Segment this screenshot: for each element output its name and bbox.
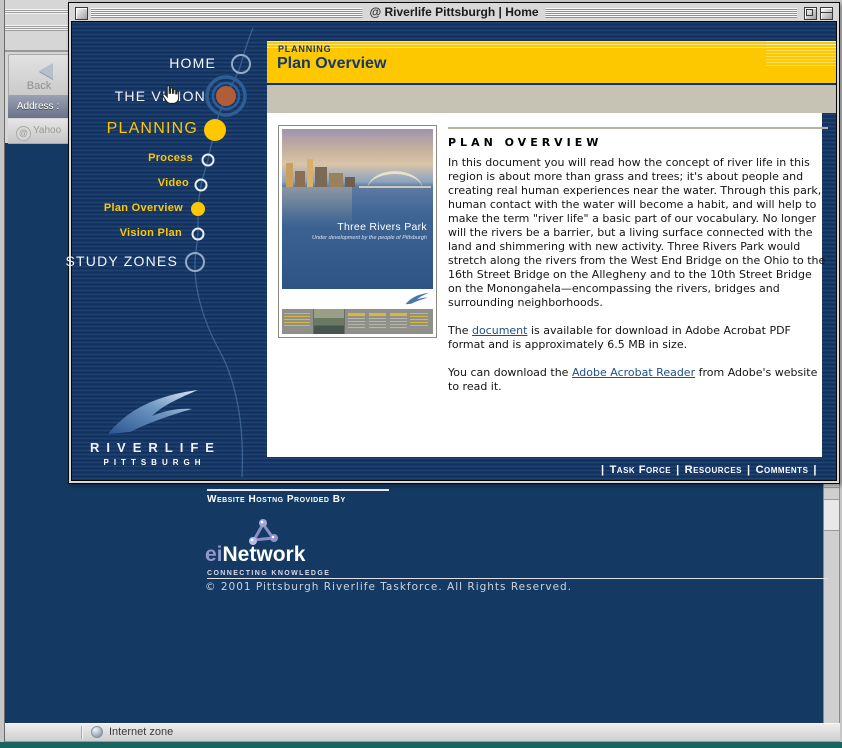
comments-link[interactable]: Comments (756, 464, 809, 476)
nav-item-video[interactable]: Video (158, 177, 189, 189)
mouse-cursor-hand-icon (160, 84, 181, 105)
footer-divider-line (207, 489, 389, 491)
article: PLAN OVERVIEW In this document you will … (448, 127, 828, 408)
riverlife-logo: RIVERLIFE PITTSBURGH (72, 388, 232, 467)
strip-thumbnail (313, 309, 345, 334)
skyline-building (345, 177, 355, 187)
window-title-text: Riverlife Pittsburgh | Home (384, 5, 538, 19)
einetwork-logo[interactable]: eiNetwork (205, 543, 305, 567)
status-divider (81, 726, 83, 739)
separator: | (747, 464, 751, 476)
window-title: @ Riverlife Pittsburgh | Home (362, 5, 545, 20)
browser-toolbar-strip: Back Address : @Yahoo (4, 0, 68, 143)
nav-dot-vision[interactable] (216, 86, 236, 106)
copyright-text: © 2001 Pittsburgh Riverlife Taskforce. A… (205, 581, 572, 593)
section-eyebrow: PLANNING (278, 44, 331, 54)
collapse-box[interactable] (820, 7, 833, 20)
bridge-deck (359, 186, 431, 188)
strip-column (348, 313, 365, 328)
subheader-band (267, 85, 836, 113)
article-paragraph-3: You can download the Adobe Acrobat Reade… (448, 366, 828, 394)
mini-swoosh-icon (404, 292, 430, 305)
article-paragraph-2: The document is available for download i… (448, 324, 828, 352)
nav-item-planning[interactable]: PLANNING (107, 120, 198, 138)
einetwork-logo-network: Network (223, 543, 306, 566)
nav-item-home[interactable]: HOME (169, 55, 216, 71)
window-titlebar[interactable]: @ Riverlife Pittsburgh | Home (71, 5, 837, 20)
separator: | (601, 464, 605, 476)
screen-frame-bottom (0, 742, 842, 748)
riverlife-swoosh-icon (102, 388, 202, 436)
nav-dot-planning[interactable] (204, 119, 226, 141)
article-paragraph-1: In this document you will read how the c… (448, 156, 828, 310)
separator: | (813, 464, 817, 476)
einetwork-molecule-icon (246, 518, 280, 546)
strip-column (390, 313, 407, 328)
page-title: Plan Overview (277, 55, 386, 73)
brochure-photo: Three Rivers Park Under development by t… (282, 129, 433, 289)
article-top-rule (448, 127, 828, 129)
main-column: PLANNING Plan Overview (267, 22, 836, 480)
nav-item-vision-plan[interactable]: Vision Plan (120, 227, 182, 239)
brochure-timeline-strip (282, 309, 433, 334)
brochure-cover-image[interactable]: Three Rivers Park Under development by t… (278, 125, 437, 338)
para2-text: The (448, 324, 472, 337)
window-content: HOME THE VISION PLANNING Process Video P… (71, 21, 837, 481)
skyline-building (307, 159, 313, 187)
desktop-screen: Back Address : @Yahoo Website Hostng Pro… (0, 0, 842, 748)
scrollbar-thumb[interactable] (824, 499, 839, 531)
logo-pittsburgh-text: PITTSBURGH (72, 458, 232, 467)
titlebar-stripes (4, 9, 68, 14)
section-header-band: PLANNING Plan Overview (267, 41, 836, 85)
brochure-white-band (282, 289, 433, 309)
back-arrow-icon (39, 63, 53, 79)
close-box[interactable] (75, 7, 88, 20)
para3-text: You can download the (448, 366, 572, 379)
document-link[interactable]: document (472, 324, 528, 337)
favorites-yahoo-button[interactable]: @Yahoo (8, 119, 68, 144)
resources-link[interactable]: Resources (685, 464, 742, 476)
brochure-title: Three Rivers Park (337, 221, 427, 233)
einetwork-logo-ei: ei (205, 543, 223, 566)
back-button-label: Back (9, 80, 69, 92)
strip-text-block (284, 313, 310, 328)
page-favicon-icon: @ (369, 5, 381, 19)
screen-frame-left (0, 0, 5, 742)
content-panel: Three Rivers Park Under development by t… (267, 113, 822, 457)
brochure-subtitle: Under development by the people of Pitts… (312, 235, 427, 241)
strip-text-block (410, 313, 428, 328)
titlebar-stripes (4, 25, 68, 31)
acrobat-reader-link[interactable]: Adobe Acrobat Reader (572, 366, 695, 379)
hosting-provided-label: Website Hostng Provided By (207, 494, 346, 505)
skyline-building (295, 171, 305, 187)
task-force-link[interactable]: Task Force (610, 464, 672, 476)
address-label: Address : (17, 101, 59, 112)
toolbar-divider (4, 50, 68, 52)
at-icon: @ (16, 126, 31, 141)
back-button[interactable]: Back (8, 54, 70, 96)
logo-riverlife-text: RIVERLIFE (72, 440, 232, 455)
strip-column (369, 313, 386, 328)
status-bar: Internet zone (5, 723, 840, 742)
sidebar-nav: HOME THE VISION PLANNING Process Video P… (72, 22, 267, 480)
skyline-building (329, 173, 343, 187)
favorites-label: Yahoo (33, 125, 61, 136)
riverlife-window: @ Riverlife Pittsburgh | Home (68, 2, 840, 484)
footer-rule (207, 578, 828, 579)
skyline-building (286, 163, 293, 187)
nav-item-process[interactable]: Process (148, 152, 193, 164)
article-heading: PLAN OVERVIEW (448, 136, 828, 149)
nav-item-plan-overview[interactable]: Plan Overview (104, 202, 183, 214)
window-footer-links: | Task Force | Resources | Comments | (267, 457, 836, 480)
separator: | (676, 464, 680, 476)
address-bar[interactable]: Address : (8, 95, 68, 118)
zoom-box[interactable] (804, 7, 817, 20)
globe-icon (91, 726, 103, 738)
nav-item-study-zones[interactable]: STUDY ZONES (65, 253, 178, 269)
einetwork-tagline: Connecting Knowledge (207, 570, 330, 577)
scrollbar-track-line (824, 487, 839, 488)
nav-dot-plan-overview[interactable] (191, 202, 205, 216)
status-zone-text: Internet zone (109, 726, 173, 738)
skyline-building (315, 167, 327, 187)
